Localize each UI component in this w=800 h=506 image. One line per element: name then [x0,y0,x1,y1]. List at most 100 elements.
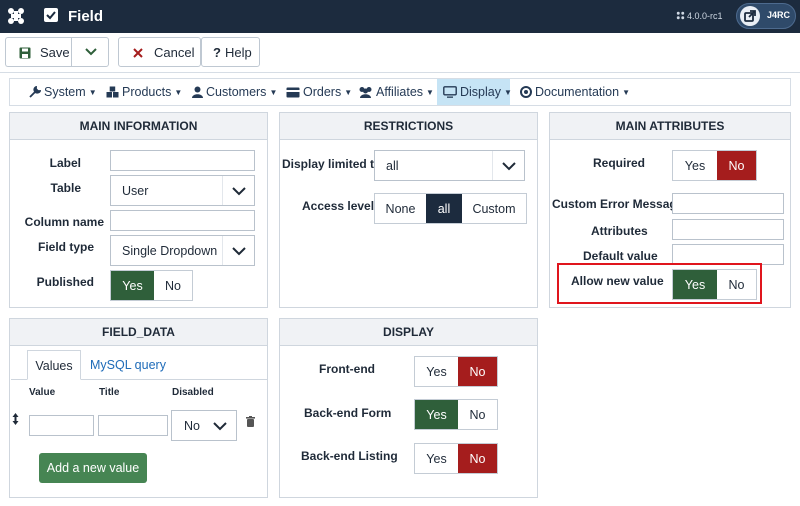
required-label: Required [593,156,646,170]
chevron-down-icon [204,411,236,440]
column-value-header: Value [29,387,56,398]
chevron-down-icon [85,48,97,56]
table-select-value: User [122,183,149,198]
published-yes-option[interactable]: Yes [111,271,154,300]
front-end-toggle: Yes No [414,356,498,387]
required-yes-option[interactable]: Yes [673,151,717,180]
users-icon [359,87,372,98]
access-none-option[interactable]: None [375,194,426,223]
access-level-label: Access level [302,199,375,213]
back-end-listing-yes-option[interactable]: Yes [415,444,458,473]
menu-item-products[interactable]: Products ▼ [106,79,182,105]
back-end-listing-no-option[interactable]: No [458,444,497,473]
toolbar: Save Cancel ? Help [0,33,800,73]
user-menu-button[interactable]: J4RC [736,3,796,29]
menu-label: Affiliates [376,85,424,99]
help-label: Help [225,45,252,60]
access-all-option[interactable]: all [426,194,462,223]
tab-values[interactable]: Values [27,350,81,380]
joomla-logo-icon[interactable] [6,6,26,26]
table-select[interactable]: User [110,175,255,206]
life-ring-icon [520,86,532,98]
default-value-input[interactable] [672,244,784,265]
label-field-label: Label [49,156,81,170]
help-button[interactable]: ? Help [201,37,260,67]
panel-heading: DISPLAY [280,319,537,346]
drag-handle-icon[interactable] [12,413,19,428]
back-end-listing-toggle: Yes No [414,443,498,474]
field-type-select[interactable]: Single Dropdown [110,235,255,266]
caret-down-icon: ▼ [426,88,434,97]
front-end-no-option[interactable]: No [458,357,497,386]
wrench-icon [29,85,42,98]
panel-heading: MAIN ATTRIBUTES [550,113,790,140]
user-icon [192,86,203,98]
menu-item-documentation[interactable]: Documentation ▼ [520,79,630,105]
menu-item-orders[interactable]: Orders ▼ [286,79,352,105]
disabled-select[interactable]: No [171,410,237,441]
front-end-yes-option[interactable]: Yes [415,357,458,386]
back-end-form-label: Back-end Form [304,406,392,420]
menu-item-affiliates[interactable]: Affiliates ▼ [358,79,434,105]
cancel-button[interactable]: Cancel [118,37,201,67]
menu-label: Customers [206,85,267,99]
front-end-label: Front-end [319,362,375,376]
menu-label: Documentation [535,85,620,99]
panel-heading: FIELD_DATA [10,319,267,346]
back-end-form-toggle: Yes No [414,399,498,430]
custom-error-input[interactable] [672,193,784,214]
joomla-mini-icon [676,11,685,20]
column-name-input[interactable] [110,210,255,231]
required-no-option[interactable]: No [717,151,756,180]
field-data-tabs: Values MySQL query [11,350,267,380]
back-end-form-no-option[interactable]: No [458,400,497,429]
table-field-label: Table [50,181,81,195]
main-information-panel: MAIN INFORMATION Label Table User Column… [9,112,268,308]
published-no-option[interactable]: No [154,271,192,300]
field-type-select-value: Single Dropdown [122,243,218,258]
save-label: Save [40,45,70,60]
back-end-form-yes-option[interactable]: Yes [415,400,458,429]
chevron-down-icon [222,236,254,265]
column-name-label: Column name [24,215,104,229]
required-toggle: Yes No [672,150,757,181]
trash-icon[interactable] [246,415,255,430]
label-input[interactable] [110,150,255,171]
checkbox-icon [44,8,58,22]
caret-down-icon: ▼ [269,88,278,97]
restrictions-panel: RESTRICTIONS Display limited to all Acce… [279,112,538,308]
access-level-toggle: None all Custom [374,193,527,224]
caret-down-icon: ▼ [88,88,97,97]
display-limited-select[interactable]: all [374,150,525,181]
add-new-value-button[interactable]: Add a new value [39,453,147,483]
save-button[interactable]: Save [5,37,71,67]
title-input[interactable] [98,415,168,436]
field-type-label: Field type [37,240,94,254]
cancel-label: Cancel [154,45,195,60]
version-label: 4.0.0-rc1 [676,11,723,21]
save-options-dropdown[interactable] [71,37,109,67]
external-link-icon [740,6,760,26]
panel-heading: RESTRICTIONS [280,113,537,140]
back-end-listing-label: Back-end Listing [301,449,398,463]
tab-mysql-query[interactable]: MySQL query [90,350,166,380]
menu-item-system[interactable]: System ▼ [29,79,97,105]
column-title-header: Title [99,387,120,398]
column-disabled-header: Disabled [172,387,214,398]
field-data-panel: FIELD_DATA Values MySQL query Value Titl… [9,318,268,498]
value-input[interactable] [29,415,94,436]
highlight-box [557,263,762,304]
caret-down-icon: ▼ [174,88,183,97]
menu-label: Display [460,85,501,99]
component-menu-bar: System ▼ Products ▼ Customers ▼ Orders ▼ Aff… [9,78,791,106]
published-toggle: Yes No [110,270,193,301]
version-text: 4.0.0-rc1 [687,11,723,21]
menu-item-customers[interactable]: Customers ▼ [192,79,277,105]
desktop-icon [443,86,457,98]
menu-item-display[interactable]: Display ▼ [437,79,512,105]
question-icon: ? [213,45,221,60]
panel-heading: MAIN INFORMATION [10,113,267,140]
access-custom-option[interactable]: Custom [462,194,526,223]
attributes-input[interactable] [672,219,784,240]
custom-error-label: Custom Error Message [552,197,684,211]
